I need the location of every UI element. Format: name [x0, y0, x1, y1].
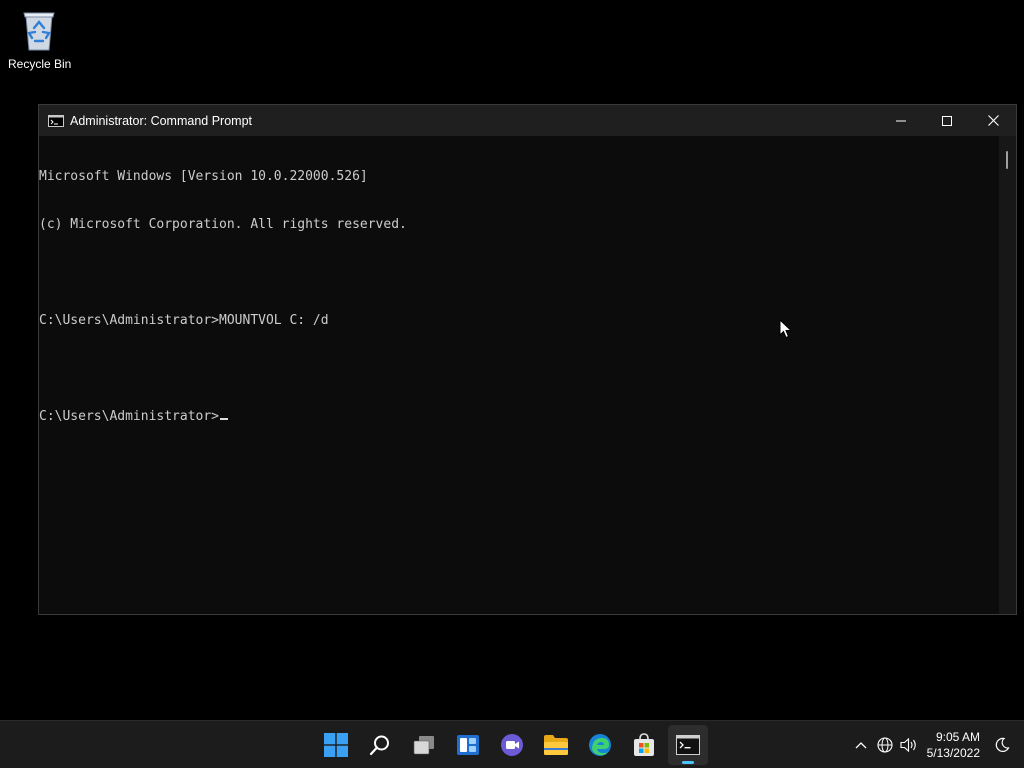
search-button[interactable]: [360, 725, 400, 765]
console-output[interactable]: Microsoft Windows [Version 10.0.22000.52…: [39, 136, 999, 614]
edge-button[interactable]: [580, 725, 620, 765]
store-icon: [634, 732, 654, 756]
widgets-icon: [457, 734, 479, 755]
minimize-icon: [896, 120, 906, 121]
close-button[interactable]: [970, 105, 1016, 136]
task-view-icon: [413, 735, 434, 754]
file-explorer-button[interactable]: [536, 725, 576, 765]
command-prompt-icon: [48, 114, 64, 127]
chat-icon: [501, 733, 523, 756]
command-prompt-window[interactable]: Administrator: Command Prompt Microsoft …: [38, 104, 1017, 615]
globe-icon: [877, 736, 893, 753]
text-cursor: [220, 418, 229, 420]
vertical-scrollbar[interactable]: [999, 136, 1016, 614]
maximize-icon: [942, 115, 952, 126]
window-title: Administrator: Command Prompt: [70, 113, 253, 128]
clock[interactable]: 9:05 AM 5/13/2022: [927, 729, 980, 761]
chat-button[interactable]: [492, 725, 532, 765]
task-view-button[interactable]: [404, 725, 444, 765]
maximize-button[interactable]: [924, 105, 970, 136]
mouse-pointer-icon: [779, 319, 793, 339]
command-prompt-taskbar-button[interactable]: [668, 724, 708, 765]
chevron-up-icon: [855, 741, 867, 748]
focus-assist-button[interactable]: [990, 730, 1014, 760]
volume-button[interactable]: [897, 730, 921, 760]
edge-icon: [589, 733, 611, 756]
moon-icon: [995, 737, 1010, 752]
recycle-bin-icon: [20, 8, 58, 52]
search-icon: [369, 735, 389, 755]
minimize-button[interactable]: [878, 105, 924, 136]
console-line: (c) Microsoft Corporation. All rights re…: [39, 217, 407, 232]
command-prompt-icon: [676, 734, 700, 755]
show-hidden-icons-button[interactable]: [849, 730, 873, 760]
console-line: Microsoft Windows [Version 10.0.22000.52…: [39, 169, 368, 184]
store-button[interactable]: [624, 725, 664, 765]
clock-date: 5/13/2022: [926, 745, 980, 760]
file-explorer-icon: [544, 734, 568, 755]
start-button[interactable]: [316, 725, 356, 765]
speaker-icon: [900, 737, 916, 752]
widgets-button[interactable]: [448, 725, 488, 765]
console-prompt-line[interactable]: C:\Users\Administrator>: [39, 409, 999, 425]
console-prompt: C:\Users\Administrator>: [39, 409, 220, 424]
scrollbar-thumb[interactable]: [1006, 151, 1008, 169]
console-line: C:\Users\Administrator>MOUNTVOL C: /d: [39, 313, 329, 328]
network-button[interactable]: [873, 730, 897, 760]
recycle-bin-label: Recycle Bin: [8, 57, 72, 71]
taskbar: 9:05 AM 5/13/2022: [0, 720, 1024, 768]
start-icon: [324, 732, 348, 757]
clock-time: 9:05 AM: [935, 729, 980, 744]
title-bar[interactable]: Administrator: Command Prompt: [39, 105, 1016, 136]
recycle-bin-desktop-icon[interactable]: Recycle Bin: [8, 8, 72, 71]
close-icon: [987, 115, 999, 126]
